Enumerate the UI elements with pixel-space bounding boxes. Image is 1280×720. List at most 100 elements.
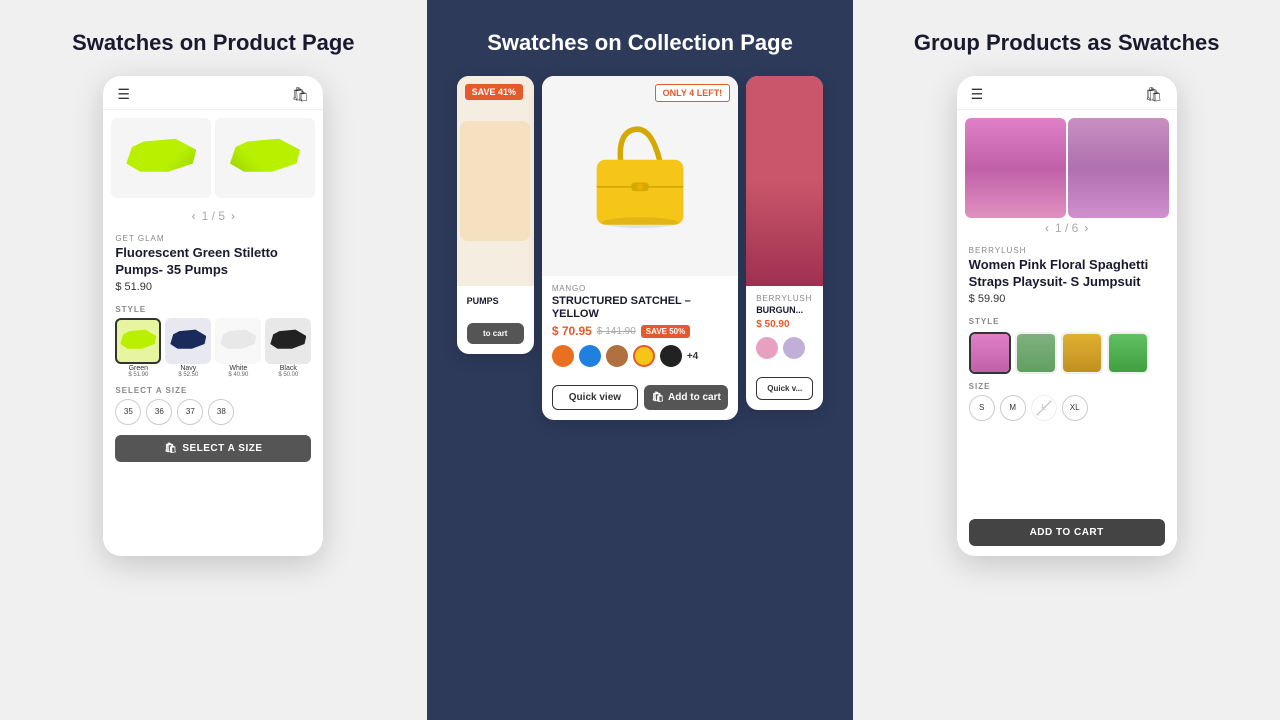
product-info-left: GET GLAM Fluorescent Green Stiletto Pump… bbox=[103, 226, 323, 301]
size-m[interactable]: M bbox=[1000, 395, 1026, 421]
color-blue[interactable] bbox=[579, 345, 601, 367]
cart-icon-right[interactable]: 🛍 bbox=[1145, 86, 1163, 103]
card-right-prices: $ 50.90 bbox=[756, 319, 813, 330]
size-s[interactable]: S bbox=[969, 395, 995, 421]
panel-collection-page: Swatches on Collection Page SAVE 41% PUM… bbox=[427, 0, 854, 720]
color-pink-right[interactable] bbox=[756, 337, 778, 359]
prev-arrow[interactable]: ‹ bbox=[192, 209, 196, 223]
phone-topbar-right: ☰ 🛍 bbox=[957, 76, 1177, 110]
panel-center-title: Swatches on Collection Page bbox=[487, 30, 793, 56]
card-left-img-container: SAVE 41% bbox=[457, 76, 534, 286]
style-swatch-4[interactable] bbox=[1107, 332, 1149, 374]
add-cart-label-right: Add to cart bbox=[1030, 527, 1104, 538]
brand-label-left: GET GLAM bbox=[115, 234, 311, 243]
quick-view-button[interactable]: Quick view bbox=[552, 385, 638, 410]
card-right-sale-price: $ 50.90 bbox=[756, 319, 789, 330]
product-images-left bbox=[103, 110, 323, 206]
size-circles-right: S M L XL bbox=[957, 393, 1177, 425]
shoe-image-green-left bbox=[126, 131, 196, 186]
swatch-green[interactable]: Green $ 51.90 bbox=[115, 318, 161, 378]
collection-cards: SAVE 41% PUMPS to cart ONLY 4 LEFT! bbox=[447, 76, 834, 420]
card-featured-badge: ONLY 4 LEFT! bbox=[655, 84, 731, 102]
swatch-img-black bbox=[265, 318, 311, 364]
main-container: Swatches on Product Page ☰ 🛍 ‹ 1 / 5 bbox=[0, 0, 1280, 720]
card-left-cart-btn[interactable]: to cart bbox=[467, 323, 524, 344]
phone-mockup-right: ☰ 🛍 ‹ 1 / 6 › bbox=[957, 76, 1177, 556]
add-to-cart-button-right[interactable]: Add to cart bbox=[969, 519, 1165, 546]
more-colors-count[interactable]: +4 bbox=[687, 351, 698, 362]
next-arrow-right[interactable]: › bbox=[1084, 221, 1088, 235]
size-xl[interactable]: XL bbox=[1062, 395, 1088, 421]
product-name-right: Women Pink Floral Spaghetti Straps Plays… bbox=[969, 257, 1165, 291]
color-black[interactable] bbox=[660, 345, 682, 367]
panel-group-products: Group Products as Swatches ☰ 🛍 bbox=[853, 0, 1280, 720]
size-l[interactable]: L bbox=[1031, 395, 1057, 421]
panel-right-title: Group Products as Swatches bbox=[914, 30, 1220, 56]
swatch-white[interactable]: White $ 40.90 bbox=[215, 318, 261, 378]
swatch-price-white: $ 40.90 bbox=[215, 372, 261, 378]
swatch-name-navy: Navy bbox=[165, 365, 211, 372]
shoe-image-green-right bbox=[230, 131, 300, 186]
select-size-label: SELECT A SIZE bbox=[182, 443, 262, 454]
product-name-left: Fluorescent Green Stiletto Pumps- 35 Pum… bbox=[115, 245, 311, 279]
size-38[interactable]: 38 bbox=[208, 399, 234, 425]
style-label-right: STYLE bbox=[957, 313, 1177, 328]
swatch-name-white: White bbox=[215, 365, 261, 372]
quick-view-button-right[interactable]: Quick v... bbox=[756, 377, 813, 400]
swatch-price-green: $ 51.90 bbox=[115, 372, 161, 378]
size-section-label-left: SELECT A SIZE bbox=[103, 382, 323, 397]
color-orange[interactable] bbox=[552, 345, 574, 367]
hamburger-icon[interactable]: ☰ bbox=[117, 86, 130, 103]
handbag-svg bbox=[575, 116, 705, 236]
swatch-img-white bbox=[215, 318, 261, 364]
prev-arrow-right[interactable]: ‹ bbox=[1045, 221, 1049, 235]
style-label-left: STYLE bbox=[103, 301, 323, 316]
style-swatch-2[interactable] bbox=[1015, 332, 1057, 374]
image-nav-right: ‹ 1 / 6 › bbox=[957, 218, 1177, 238]
gallery-img-1 bbox=[965, 118, 1066, 218]
add-to-cart-button-featured[interactable]: 🛍 Add to cart bbox=[644, 385, 728, 410]
size-circles-left: 35 36 37 38 bbox=[103, 397, 323, 431]
panel-product-page: Swatches on Product Page ☰ 🛍 ‹ 1 / 5 bbox=[0, 0, 427, 720]
swatch-name-green: Green bbox=[115, 365, 161, 372]
card-sale-price: $ 70.95 bbox=[552, 324, 592, 338]
size-37[interactable]: 37 bbox=[177, 399, 203, 425]
style-swatches-right bbox=[957, 328, 1177, 378]
phone-mockup-left: ☰ 🛍 ‹ 1 / 5 › GET GLAM Fluo bbox=[103, 76, 323, 556]
cart-icon-left[interactable]: 🛍 bbox=[292, 86, 310, 103]
card-right-info: BERRYLUSH BURGUN... $ 50.90 bbox=[746, 286, 823, 371]
swatch-black[interactable]: Black $ 50.00 bbox=[265, 318, 311, 378]
unavailable-line bbox=[1032, 396, 1056, 420]
next-arrow[interactable]: › bbox=[231, 209, 235, 223]
card-featured-img-container: ONLY 4 LEFT! bbox=[542, 76, 738, 276]
cart-icon-featured: 🛍 bbox=[651, 392, 664, 403]
card-save-badge: SAVE 50% bbox=[641, 325, 690, 338]
swatch-img-navy bbox=[165, 318, 211, 364]
color-tan[interactable] bbox=[606, 345, 628, 367]
color-yellow[interactable] bbox=[633, 345, 655, 367]
card-featured-name: STRUCTURED SATCHEL – YELLOW bbox=[552, 295, 728, 321]
select-size-button[interactable]: 🛍 SELECT A SIZE bbox=[115, 435, 311, 462]
card-left-partial: SAVE 41% PUMPS to cart bbox=[457, 76, 534, 354]
color-swatches-featured: +4 bbox=[552, 341, 728, 371]
swatch-price-navy: $ 52.50 bbox=[165, 372, 211, 378]
style-swatch-3[interactable] bbox=[1061, 332, 1103, 374]
phone-topbar-left: ☰ 🛍 bbox=[103, 76, 323, 110]
size-35[interactable]: 35 bbox=[115, 399, 141, 425]
size-label-right: SIZE bbox=[957, 378, 1177, 393]
product-info-right: BERRYLUSH Women Pink Floral Spaghetti St… bbox=[957, 238, 1177, 313]
add-cart-label: Add to cart bbox=[668, 392, 721, 403]
product-img-box-2 bbox=[215, 118, 315, 198]
swatch-navy[interactable]: Navy $ 52.50 bbox=[165, 318, 211, 378]
color-lavender-right[interactable] bbox=[783, 337, 805, 359]
product-gallery-right bbox=[957, 110, 1177, 218]
style-swatches-left: Green $ 51.90 Navy $ 52.50 White bbox=[103, 316, 323, 382]
card-right-img-container bbox=[746, 76, 823, 286]
style-swatch-1[interactable] bbox=[969, 332, 1011, 374]
partial-shoe-img bbox=[460, 121, 530, 241]
card-left-name: PUMPS bbox=[467, 296, 524, 307]
hamburger-icon-right[interactable]: ☰ bbox=[971, 86, 984, 103]
size-36[interactable]: 36 bbox=[146, 399, 172, 425]
cart-btn-icon: 🛍 bbox=[164, 443, 177, 454]
card-orig-price: $ 141.90 bbox=[597, 326, 636, 337]
